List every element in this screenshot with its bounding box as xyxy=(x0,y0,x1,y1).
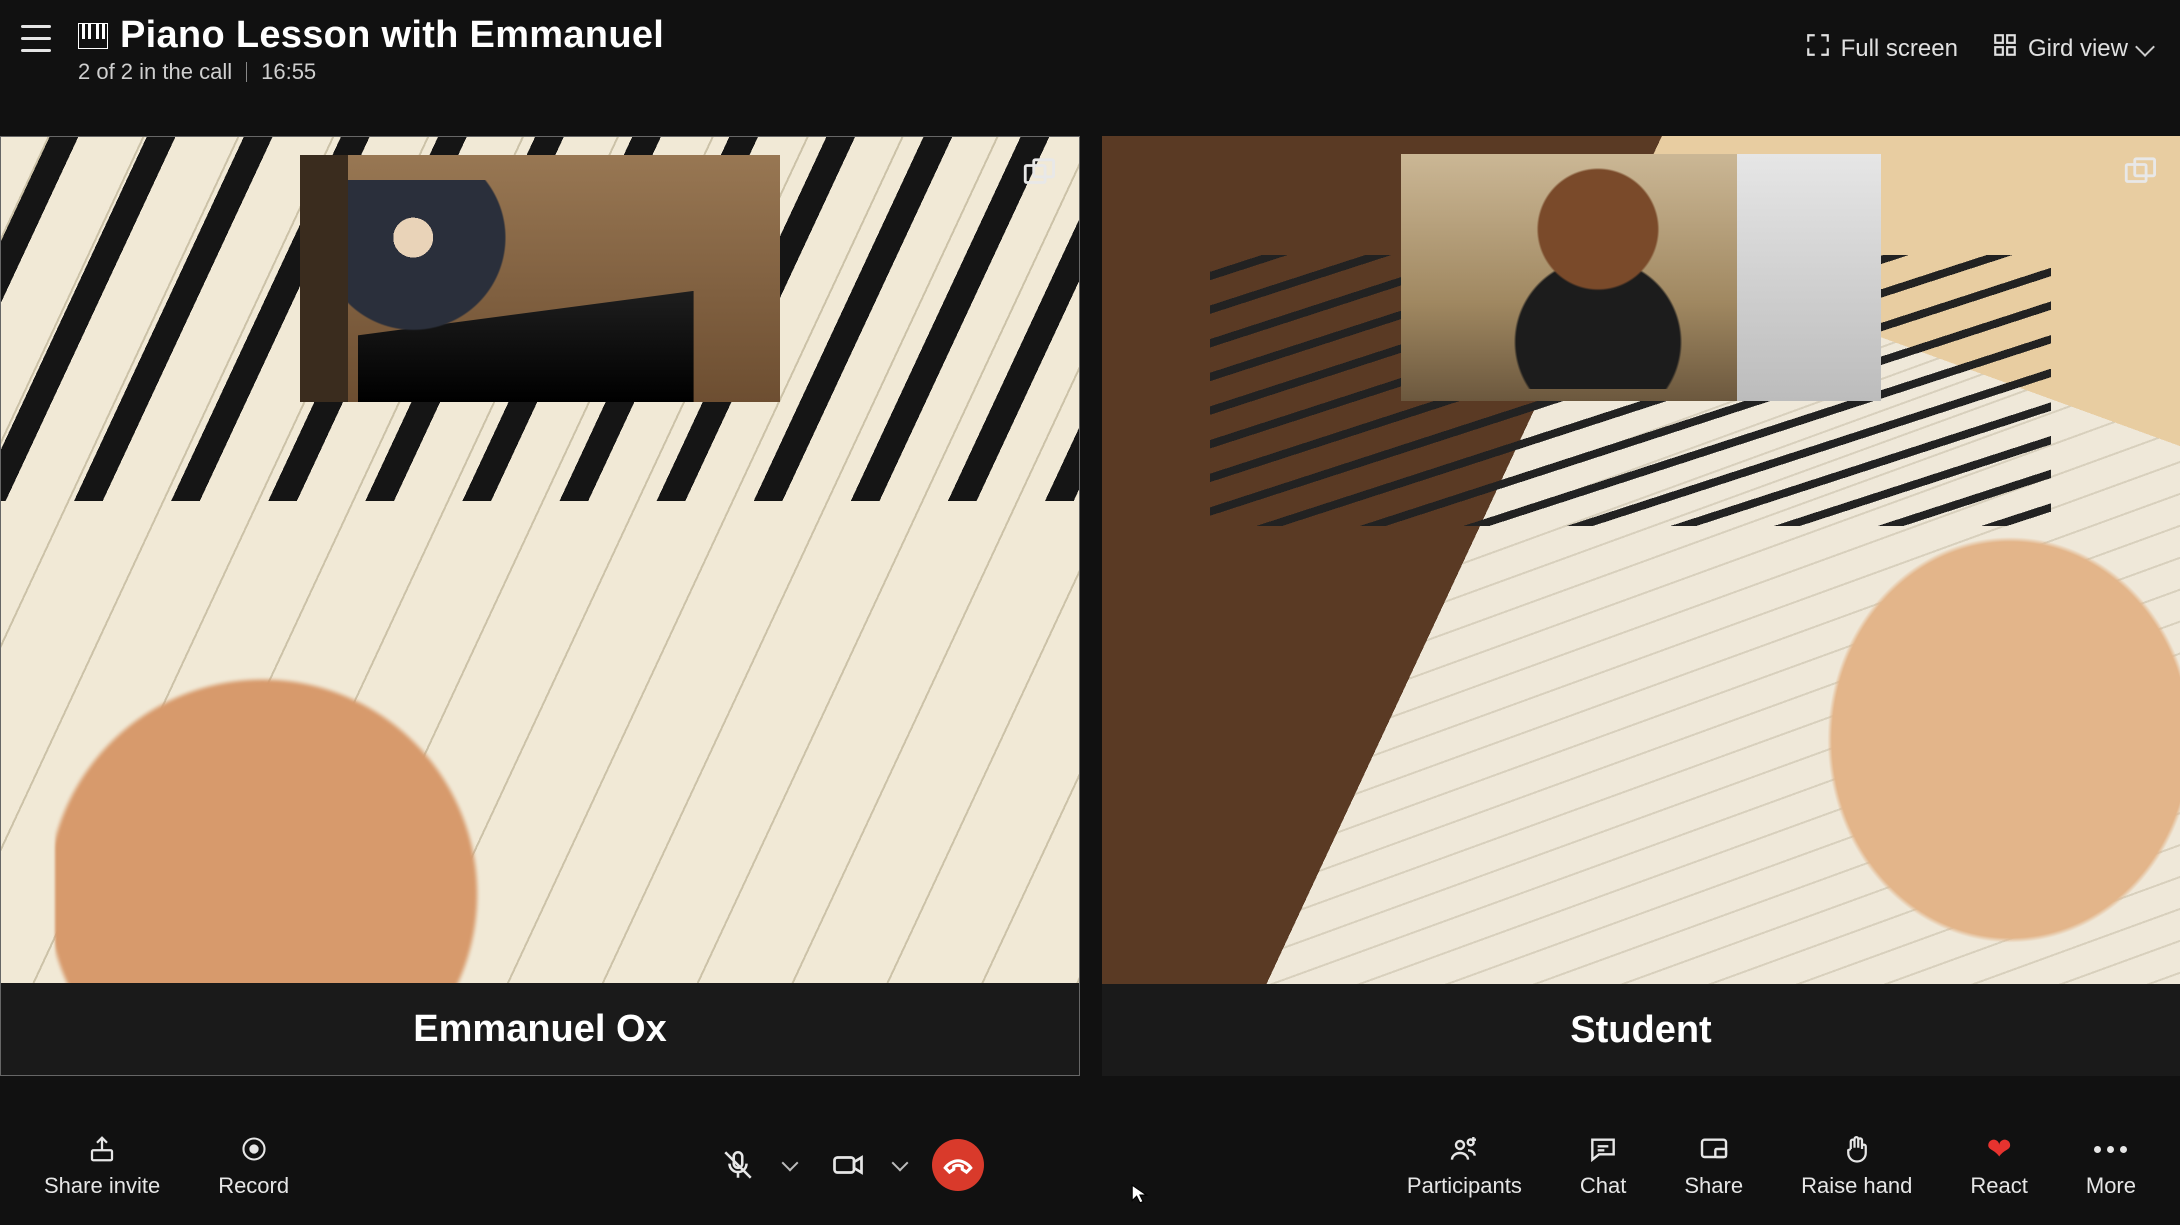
share-invite-icon xyxy=(87,1131,117,1167)
call-duration: 16:55 xyxy=(261,59,316,85)
camera-toggle-button[interactable] xyxy=(822,1139,874,1191)
toolbar-right: Participants Chat Share Raise hand xyxy=(1407,1131,2136,1199)
menu-button[interactable] xyxy=(12,14,60,62)
participant-name: Student xyxy=(1102,984,2180,1076)
video-feed-student xyxy=(1102,136,2180,984)
toolbar-center xyxy=(712,1139,984,1191)
raise-hand-icon xyxy=(1842,1131,1872,1167)
participants-button[interactable]: Participants xyxy=(1407,1131,1522,1199)
share-button[interactable]: Share xyxy=(1684,1131,1743,1199)
camera-options-chevron[interactable] xyxy=(892,1155,909,1172)
participants-icon xyxy=(1448,1131,1480,1167)
record-label: Record xyxy=(218,1173,289,1199)
share-invite-label: Share invite xyxy=(44,1173,160,1199)
call-title-block: Piano Lesson with Emmanuel 2 of 2 in the… xyxy=(78,14,664,85)
pip-emmanuel[interactable] xyxy=(300,155,780,402)
more-icon xyxy=(2094,1131,2127,1167)
piano-icon xyxy=(78,23,108,49)
share-label: Share xyxy=(1684,1173,1743,1199)
header: Piano Lesson with Emmanuel 2 of 2 in the… xyxy=(0,0,2180,108)
header-right: Full screen Gird view xyxy=(1805,14,2152,65)
more-label: More xyxy=(2086,1173,2136,1199)
grid-view-button[interactable]: Gird view xyxy=(1992,32,2152,65)
record-button[interactable]: Record xyxy=(218,1131,289,1199)
video-tile-student[interactable]: Student xyxy=(1102,136,2180,1076)
separator xyxy=(246,62,247,82)
share-invite-button[interactable]: Share invite xyxy=(44,1131,160,1199)
participants-status: 2 of 2 in the call xyxy=(78,59,232,85)
call-title: Piano Lesson with Emmanuel xyxy=(120,14,664,57)
video-feed-emmanuel xyxy=(1,137,1079,983)
react-button[interactable]: ❤ React xyxy=(1970,1131,2027,1199)
call-toolbar: Share invite Record xyxy=(0,1105,2180,1225)
chat-label: Chat xyxy=(1580,1173,1626,1199)
fullscreen-label: Full screen xyxy=(1841,35,1958,63)
fullscreen-icon xyxy=(1805,32,1831,65)
video-call-window: Piano Lesson with Emmanuel 2 of 2 in the… xyxy=(0,0,2180,1225)
record-icon xyxy=(240,1131,268,1167)
hangup-button[interactable] xyxy=(932,1139,984,1191)
fullscreen-button[interactable]: Full screen xyxy=(1805,32,1958,65)
participants-label: Participants xyxy=(1407,1173,1522,1199)
header-left: Piano Lesson with Emmanuel 2 of 2 in the… xyxy=(12,14,664,85)
popout-button[interactable] xyxy=(2122,156,2156,195)
share-screen-icon xyxy=(1698,1131,1730,1167)
raise-hand-button[interactable]: Raise hand xyxy=(1801,1131,1912,1199)
grid-view-label: Gird view xyxy=(2028,35,2128,63)
raise-hand-label: Raise hand xyxy=(1801,1173,1912,1199)
chat-icon xyxy=(1587,1131,1619,1167)
mic-options-chevron[interactable] xyxy=(782,1155,799,1172)
react-label: React xyxy=(1970,1173,2027,1199)
mic-toggle-button[interactable] xyxy=(712,1139,764,1191)
video-tile-emmanuel[interactable]: Emmanuel Ox xyxy=(0,136,1080,1076)
pip-student[interactable] xyxy=(1401,154,1881,401)
participant-name: Emmanuel Ox xyxy=(1,983,1079,1075)
heart-icon: ❤ xyxy=(1987,1131,2012,1167)
more-button[interactable]: More xyxy=(2086,1131,2136,1199)
popout-button[interactable] xyxy=(1021,157,1055,196)
chevron-down-icon xyxy=(2135,37,2155,57)
grid-icon xyxy=(1992,32,2018,65)
chat-button[interactable]: Chat xyxy=(1580,1131,1626,1199)
toolbar-left: Share invite Record xyxy=(44,1131,289,1199)
video-grid: Emmanuel Ox Student xyxy=(0,136,2180,1105)
